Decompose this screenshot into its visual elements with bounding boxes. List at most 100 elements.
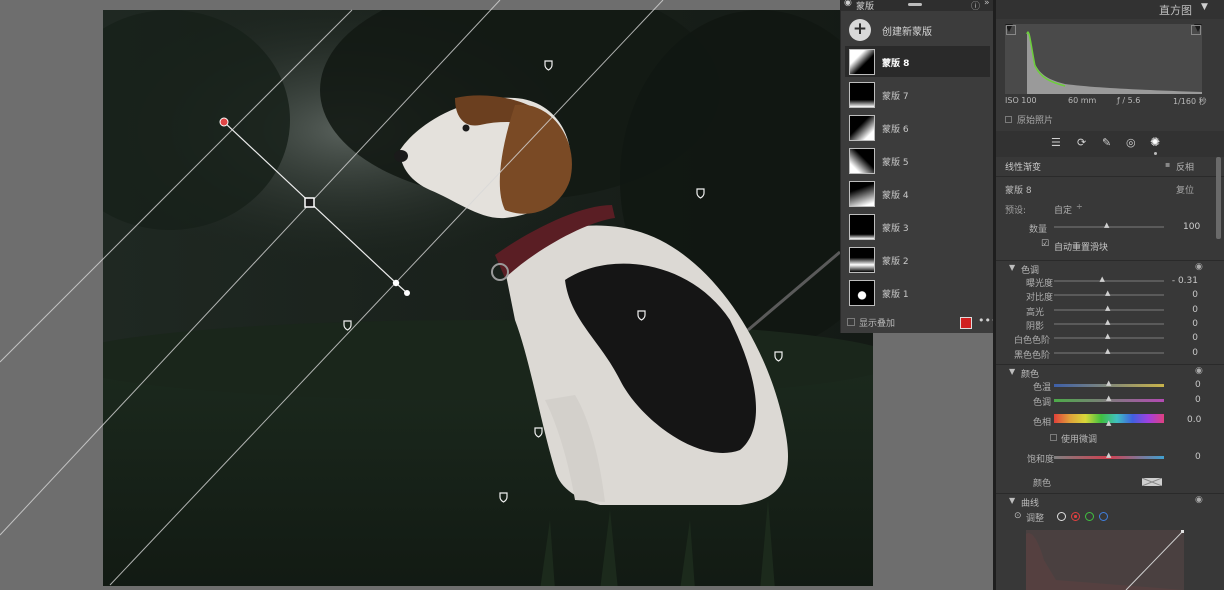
tone-slider-value[interactable]: 0	[1192, 290, 1198, 300]
original-photo-label: 原始照片	[1017, 116, 1054, 126]
edit-sliders-icon[interactable]: ☰	[1051, 136, 1061, 149]
curve-section-header[interactable]: ▼ 曲线 ◉	[996, 493, 1224, 509]
saturation-slider-thumb[interactable]: ▲	[1106, 451, 1111, 459]
mask-list-item[interactable]: 蒙版 3	[845, 211, 990, 242]
tone-slider-value[interactable]: 0	[1192, 319, 1198, 329]
amount-slider-thumb[interactable]: ▲	[1104, 221, 1109, 229]
mask-list-item[interactable]: 蒙版 6	[845, 112, 990, 143]
mask-list-item[interactable]: 蒙版 2	[845, 244, 990, 275]
histogram-header[interactable]: 直方图 ▼	[996, 0, 1224, 19]
mask-thumbnail	[849, 115, 875, 141]
invert-label[interactable]: 反相	[1176, 160, 1194, 173]
curve-visibility-icon[interactable]: ◉	[1195, 495, 1203, 505]
reset-button[interactable]: 复位	[1176, 183, 1194, 196]
mask-list-item[interactable]: 蒙版 7	[845, 79, 990, 110]
tool-strip: ☰ ⟳ ✎ ◎ ✺	[996, 131, 1224, 157]
hue-slider-thumb[interactable]: ▲	[1106, 419, 1111, 427]
clip-highlight-indicator[interactable]	[1191, 25, 1201, 35]
show-overlay-checkbox[interactable]	[847, 318, 855, 326]
create-mask-button[interactable]: + 创建新蒙版	[841, 14, 994, 44]
mask-label: 蒙版 3	[882, 224, 909, 234]
amount-label: 数量	[1029, 225, 1048, 235]
tint-value[interactable]: 0	[1195, 395, 1201, 405]
color-section-header[interactable]: ▼ 颜色 ◉	[996, 364, 1224, 380]
mask-list-item[interactable]: 蒙版 8	[845, 46, 990, 77]
saturation-value[interactable]: 0	[1195, 452, 1201, 462]
target-adjust-icon[interactable]: ⊙	[1014, 511, 1022, 521]
collapse-icon[interactable]: »	[984, 0, 990, 8]
red-eye-icon[interactable]: ◎	[1126, 136, 1136, 149]
triangle-expanded-icon: ▼	[1009, 263, 1016, 272]
tone-slider-label: 黑色色阶	[1014, 350, 1051, 361]
mask-list-item[interactable]: 蒙版 1	[845, 277, 990, 308]
clip-shadow-indicator[interactable]	[1006, 25, 1016, 35]
temp-value[interactable]: 0	[1195, 380, 1201, 390]
tone-slider-label: 阴影	[1026, 321, 1045, 332]
tone-slider-thumb[interactable]: ▲	[1105, 289, 1110, 297]
preset-dropdown-arrow-icon[interactable]: ÷	[1076, 202, 1083, 211]
hue-value[interactable]: 0.0	[1187, 415, 1201, 425]
tone-slider-value[interactable]: - 0.31	[1172, 276, 1198, 286]
curve-channel-rgb[interactable]	[1057, 512, 1066, 521]
curve-channel-green[interactable]	[1085, 512, 1094, 521]
tone-slider-value[interactable]: 0	[1192, 305, 1198, 315]
help-icon[interactable]: ⓘ	[971, 0, 980, 12]
mask-thumbnail	[849, 280, 875, 306]
tone-slider-thumb[interactable]: ▲	[1105, 347, 1110, 355]
mask-label: 蒙版 7	[882, 92, 909, 102]
gradient-pin-red[interactable]	[219, 117, 229, 127]
show-overlay-label: 显示叠加	[859, 319, 896, 329]
gradient-center-handle[interactable]	[304, 197, 315, 208]
mask-list-item[interactable]: 蒙版 5	[845, 145, 990, 176]
triangle-down-icon[interactable]: ▼	[1201, 2, 1208, 12]
tone-slider-value[interactable]: 0	[1192, 348, 1198, 358]
eye-icon[interactable]: ◉	[844, 0, 852, 8]
mask-thumbnail	[849, 82, 875, 108]
fine-adjust-checkbox[interactable]	[1050, 434, 1057, 441]
auto-reset-checkbox[interactable]: ☑	[1041, 239, 1049, 249]
curve-channel-blue[interactable]	[1099, 512, 1108, 521]
overlay-color-swatch[interactable]	[960, 317, 972, 329]
amount-value[interactable]: 100	[1183, 222, 1200, 232]
tone-slider-value[interactable]: 0	[1192, 333, 1198, 343]
mask-label: 蒙版 1	[882, 290, 909, 300]
focal-value: 60 mm	[1068, 96, 1097, 105]
preset-label: 预设:	[1005, 206, 1027, 216]
right-panel-scrollbar[interactable]	[1216, 157, 1221, 239]
drag-handle[interactable]	[908, 3, 922, 6]
tone-visibility-icon[interactable]: ◉	[1195, 262, 1203, 272]
mask-list-item[interactable]: 蒙版 4	[845, 178, 990, 209]
mask-type-label: 线性渐变	[1005, 163, 1042, 173]
tint-slider-thumb[interactable]: ▲	[1106, 394, 1111, 402]
tone-slider-thumb[interactable]: ▲	[1100, 275, 1105, 283]
tone-slider-track[interactable]	[1054, 280, 1164, 282]
tone-section-header[interactable]: ▼ 色调 ◉	[996, 260, 1224, 276]
healing-brush-icon[interactable]: ✎	[1102, 136, 1111, 149]
tone-slider-thumb[interactable]: ▲	[1105, 304, 1110, 312]
curve-graph[interactable]	[1026, 530, 1184, 590]
color-swatch-label: 颜色	[1033, 479, 1052, 489]
tone-slider-thumb[interactable]: ▲	[1105, 318, 1110, 326]
gradient-pin-end[interactable]	[392, 279, 400, 287]
color-visibility-icon[interactable]: ◉	[1195, 366, 1203, 376]
curve-adjust-label: 调整	[1026, 514, 1045, 524]
masks-panel-header[interactable]: ◉ 蒙版 ⓘ »	[841, 0, 994, 12]
mask-name: 蒙版 8	[1005, 186, 1032, 196]
plus-icon: +	[849, 19, 871, 41]
mask-thumbnail	[849, 247, 875, 273]
invert-checkbox[interactable]: ▪	[1165, 160, 1170, 169]
crop-icon[interactable]: ⟳	[1077, 136, 1086, 149]
masks-panel-footer: 显示叠加 •••	[841, 313, 997, 333]
curve-channel-red[interactable]	[1071, 512, 1080, 521]
fine-adjust-label: 使用微调	[1061, 435, 1098, 445]
histogram	[1005, 24, 1202, 94]
temp-slider-thumb[interactable]: ▲	[1106, 379, 1111, 387]
aperture-value: ƒ / 5.6	[1117, 96, 1141, 105]
color-swatch[interactable]	[1142, 478, 1162, 486]
preset-dropdown[interactable]: 自定	[1054, 203, 1072, 216]
masking-icon[interactable]: ✺	[1150, 135, 1160, 149]
right-panel: 直方图 ▼ ISO 100 60 mm ƒ / 5.6 1/160 秒 原始照片…	[993, 0, 1224, 590]
tone-slider-thumb[interactable]: ▲	[1105, 332, 1110, 340]
gradient-rotate-handle[interactable]	[404, 290, 410, 296]
original-photo-checkbox[interactable]	[1005, 116, 1012, 123]
